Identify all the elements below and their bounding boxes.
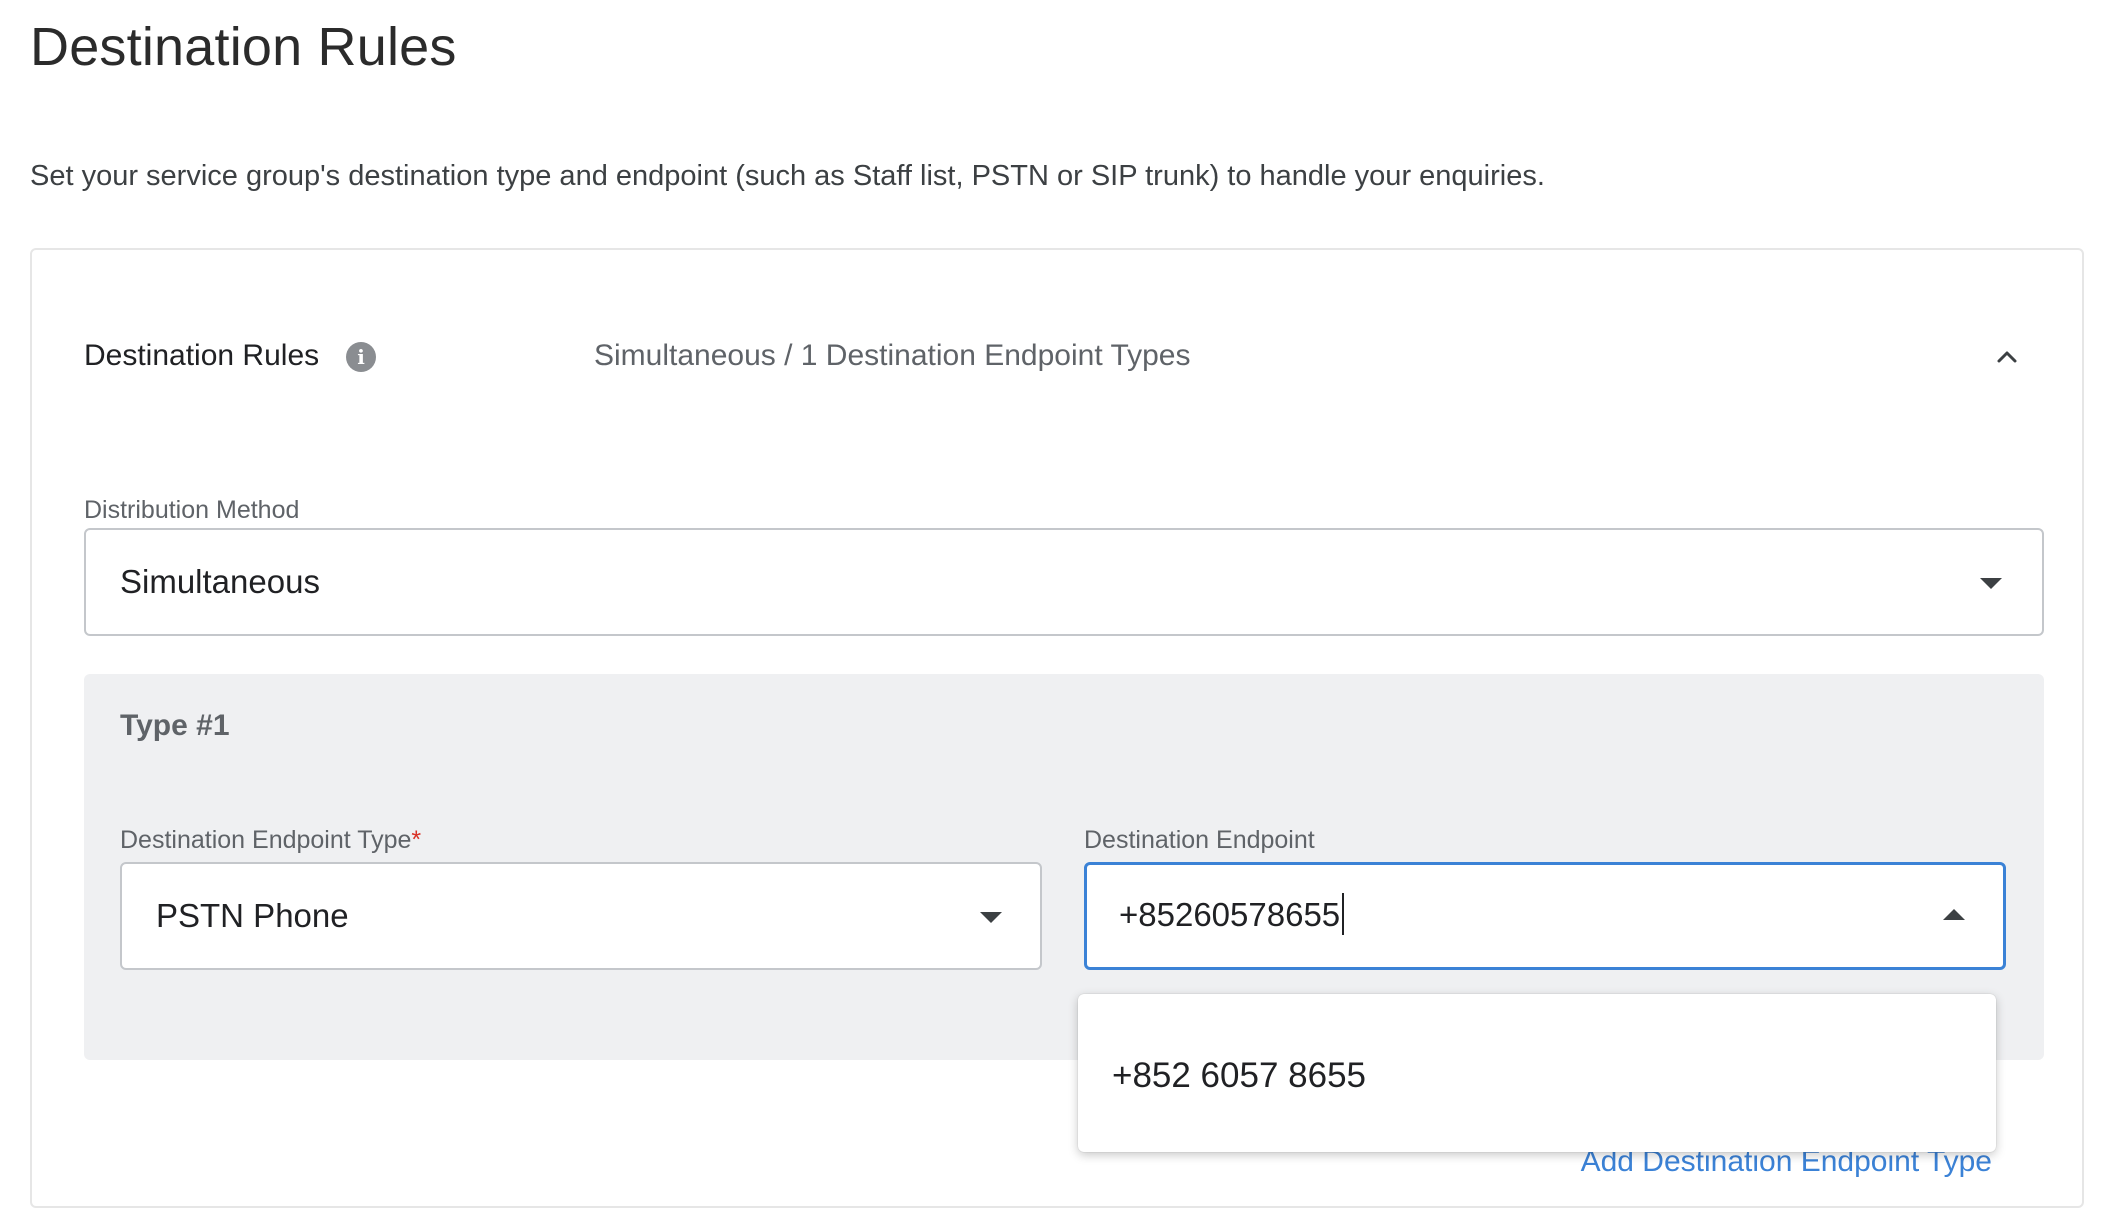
distribution-method-label: Distribution Method <box>84 496 300 524</box>
distribution-method-select[interactable]: Simultaneous <box>84 528 2044 636</box>
chevron-down-icon <box>980 912 1002 923</box>
destination-rules-title: Destination Rules <box>84 339 320 372</box>
destination-rules-summary: Simultaneous / 1 Destination Endpoint Ty… <box>594 339 1191 372</box>
distribution-method-value: Simultaneous <box>120 563 320 600</box>
endpoint-type-label: Destination Endpoint Type* <box>120 826 422 854</box>
endpoint-type-select[interactable]: PSTN Phone <box>120 862 1042 970</box>
required-mark: * <box>411 826 422 854</box>
destination-endpoint-input[interactable]: +85260578655 <box>1084 862 2006 970</box>
destination-endpoint-value: +85260578655 <box>1119 865 1345 965</box>
chevron-up-icon[interactable] <box>1943 909 1965 920</box>
chevron-down-icon <box>1980 578 2002 589</box>
dropdown-option[interactable]: +852 6057 8655 <box>1112 1040 1366 1112</box>
destination-rules-header[interactable]: Destination Rules i Simultaneous / 1 Des… <box>84 334 2044 378</box>
text-cursor <box>1342 893 1345 936</box>
endpoint-type-value: PSTN Phone <box>156 897 349 934</box>
page-description: Set your service group's destination typ… <box>30 160 1545 192</box>
page-title: Destination Rules <box>30 17 457 77</box>
destination-endpoint-label: Destination Endpoint <box>1084 826 1315 854</box>
chevron-up-icon[interactable] <box>1994 344 2020 370</box>
info-icon[interactable]: i <box>346 342 376 372</box>
type-title: Type #1 <box>120 709 230 742</box>
destination-endpoint-dropdown: +852 6057 8655 <box>1078 994 1996 1152</box>
